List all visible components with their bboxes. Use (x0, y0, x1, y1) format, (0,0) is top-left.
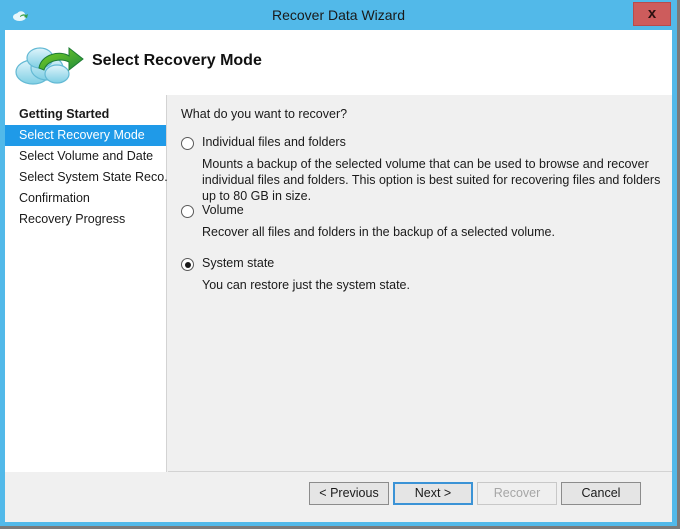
radio-volume[interactable] (181, 205, 194, 218)
recover-button: Recover (477, 482, 557, 505)
wizard-body: Getting Started Select Recovery Mode Sel… (5, 95, 672, 522)
sidebar-item-select-recovery-mode[interactable]: Select Recovery Mode (5, 125, 166, 146)
sidebar-item-select-volume-and-date[interactable]: Select Volume and Date (5, 146, 166, 167)
button-bar: < Previous Next > Recover Cancel (168, 473, 672, 522)
close-button[interactable]: x (633, 2, 671, 26)
option-description-system-state: You can restore just the system state. (202, 278, 410, 292)
sidebar-item-recovery-progress[interactable]: Recovery Progress (5, 209, 166, 230)
wizard-steps-sidebar: Getting Started Select Recovery Mode Sel… (5, 95, 175, 472)
recover-question-label: What do you want to recover? (181, 107, 348, 121)
banner: Select Recovery Mode (5, 30, 672, 95)
previous-button[interactable]: < Previous (309, 482, 389, 505)
radio-system-state[interactable] (181, 258, 194, 271)
wizard-window: Recover Data Wizard x Select Recovery Mo… (0, 0, 680, 529)
sidebar-item-confirmation[interactable]: Confirmation (5, 188, 166, 209)
radio-individual-files[interactable] (181, 137, 194, 150)
option-description-volume: Recover all files and folders in the bac… (202, 225, 555, 239)
sidebar-item-select-system-state-recovery[interactable]: Select System State Reco... (5, 167, 175, 188)
cloud-recovery-icon (13, 34, 85, 90)
page-title: Select Recovery Mode (92, 52, 262, 69)
title-bar: Recover Data Wizard x (0, 0, 677, 30)
cancel-button[interactable]: Cancel (561, 482, 641, 505)
option-description-individual-files: Mounts a backup of the selected volume t… (202, 157, 661, 203)
option-label-volume[interactable]: Volume (202, 203, 244, 217)
option-label-individual-files[interactable]: Individual files and folders (202, 135, 346, 149)
sidebar-item-getting-started[interactable]: Getting Started (5, 104, 166, 125)
option-label-system-state[interactable]: System state (202, 256, 274, 270)
content-panel: What do you want to recover? Individual … (168, 95, 672, 472)
window-title: Recover Data Wizard (271, 7, 406, 23)
next-button[interactable]: Next > (393, 482, 473, 505)
